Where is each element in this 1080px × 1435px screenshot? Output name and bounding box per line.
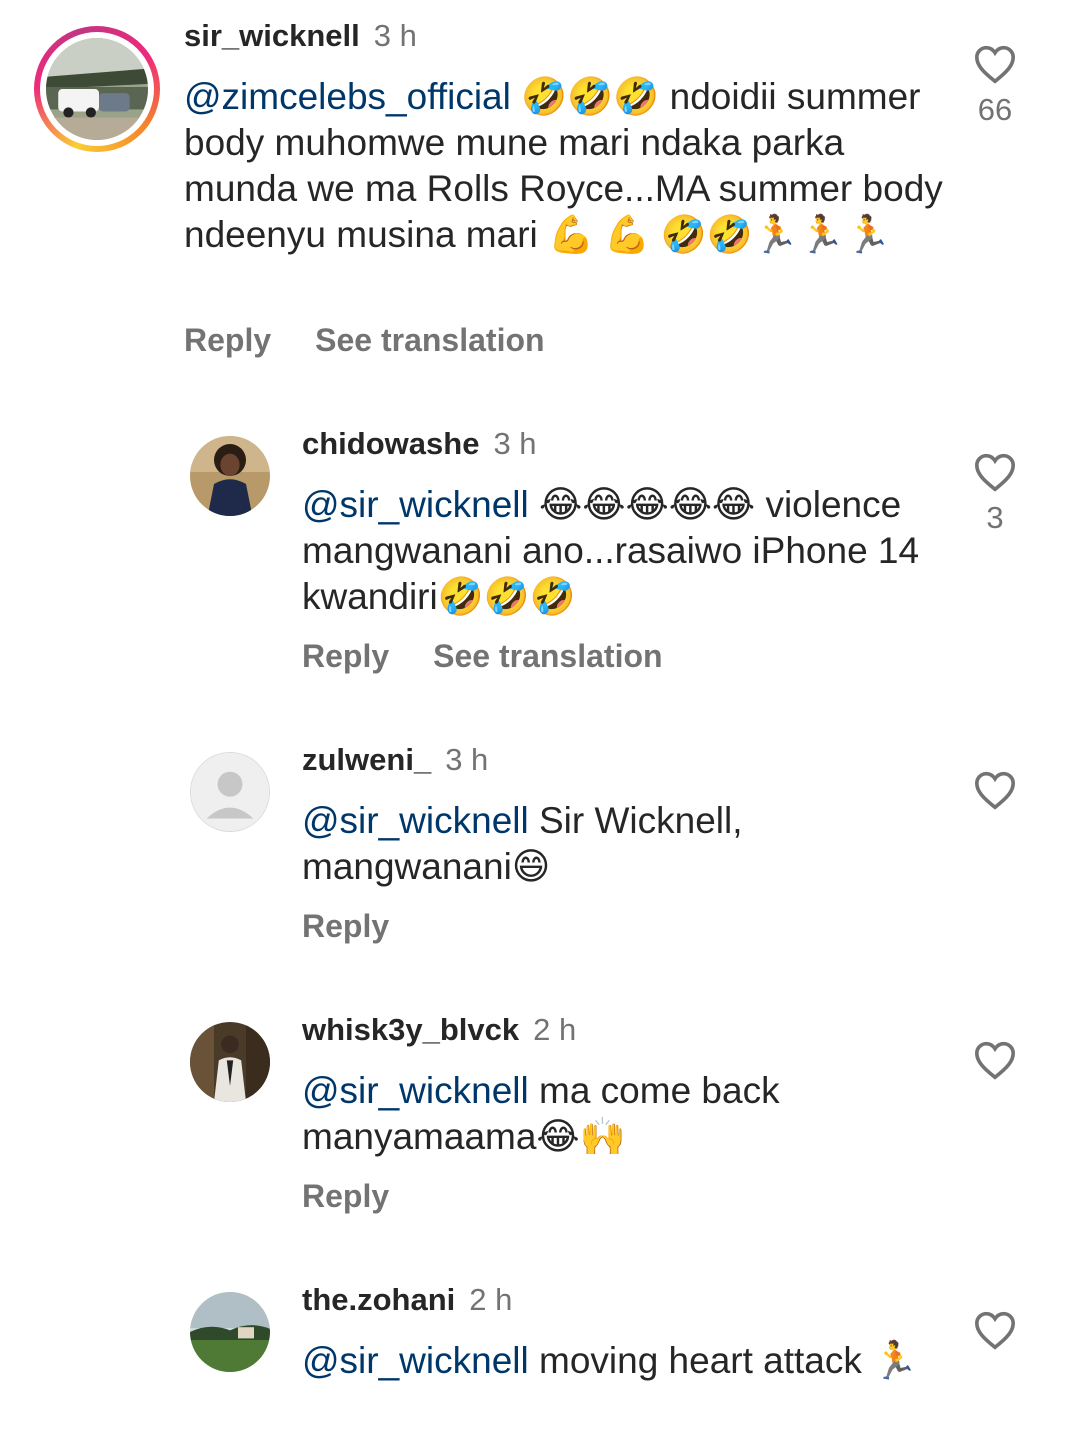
heart-icon[interactable] <box>973 452 1017 492</box>
see-translation-button[interactable]: See translation <box>433 638 662 674</box>
story-ring[interactable] <box>34 26 160 152</box>
username[interactable]: sir_wicknell <box>184 18 360 53</box>
mention-link[interactable]: @sir_wicknell <box>302 484 529 525</box>
comment-text: @zimcelebs_official 🤣🤣🤣 ndoidii summer b… <box>184 74 944 258</box>
comment-text: @sir_wicknell Sir Wicknell, mangwanani😄 <box>302 798 942 890</box>
username[interactable]: whisk3y_blvck <box>302 1012 519 1047</box>
timestamp: 3 h <box>373 18 417 53</box>
reply-button[interactable]: Reply <box>302 1178 389 1214</box>
default-user-icon <box>191 753 269 831</box>
username[interactable]: zulweni_ <box>302 742 431 777</box>
like-count: 3 <box>986 500 1004 535</box>
like-count: 66 <box>977 92 1013 127</box>
heart-icon[interactable] <box>973 44 1017 84</box>
reply-button[interactable]: Reply <box>302 638 389 674</box>
reply-button[interactable]: Reply <box>302 908 389 944</box>
timestamp: 2 h <box>469 1282 513 1317</box>
mention-link[interactable]: @sir_wicknell <box>302 1340 529 1381</box>
avatar[interactable] <box>190 1022 270 1102</box>
timestamp: 3 h <box>445 742 489 777</box>
comment-text: @sir_wicknell 😂😂😂😂😂 violence mangwanani … <box>302 482 942 620</box>
avatar[interactable] <box>46 38 148 140</box>
timestamp: 2 h <box>533 1012 577 1047</box>
avatar[interactable] <box>190 752 270 832</box>
heart-icon[interactable] <box>973 770 1017 810</box>
mention-link[interactable]: @sir_wicknell <box>302 1070 529 1111</box>
comment-body: moving heart attack 🏃 <box>528 1340 919 1381</box>
avatar[interactable] <box>190 436 270 516</box>
reply-button[interactable]: Reply <box>184 322 271 358</box>
username[interactable]: the.zohani <box>302 1282 455 1317</box>
mention-link[interactable]: @sir_wicknell <box>302 800 529 841</box>
see-translation-button[interactable]: See translation <box>315 322 544 358</box>
username[interactable]: chidowashe <box>302 426 479 461</box>
comment-text: @sir_wicknell ma come back manyamaama😂🙌 <box>302 1068 942 1160</box>
avatar[interactable] <box>190 1292 270 1372</box>
heart-icon[interactable] <box>973 1040 1017 1080</box>
mention-link[interactable]: @zimcelebs_official <box>184 76 511 117</box>
timestamp: 3 h <box>493 426 537 461</box>
comment-text: @sir_wicknell moving heart attack 🏃 <box>302 1338 942 1384</box>
heart-icon[interactable] <box>973 1310 1017 1350</box>
